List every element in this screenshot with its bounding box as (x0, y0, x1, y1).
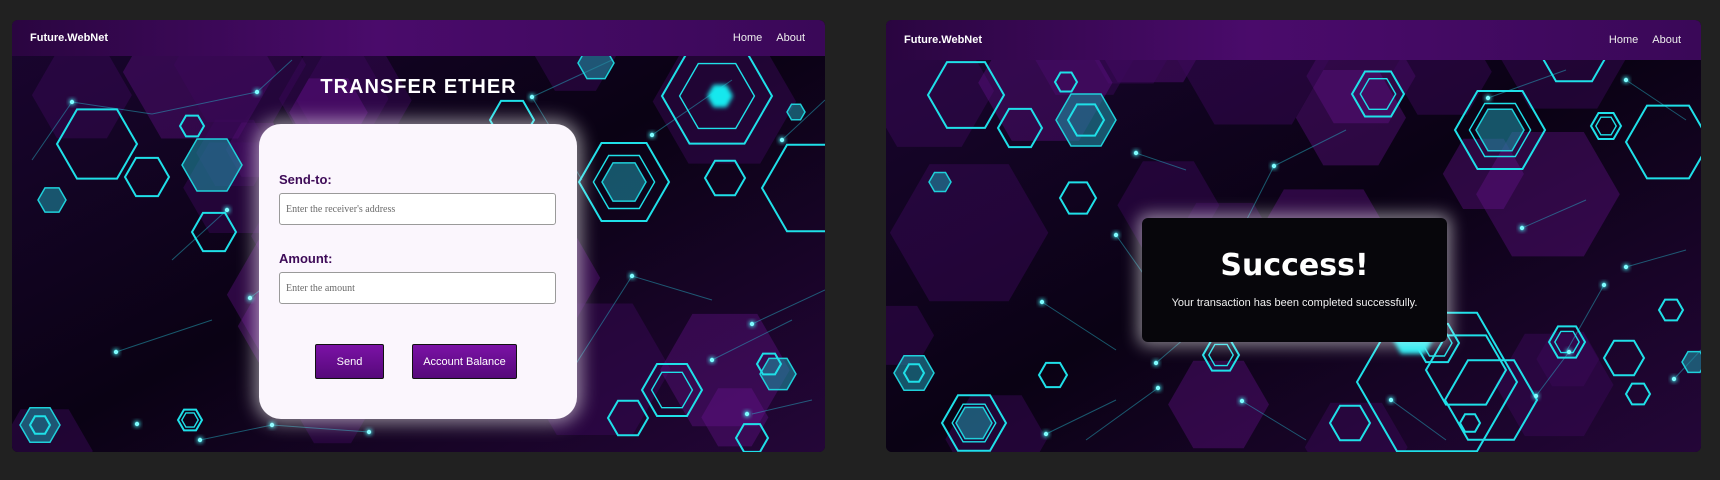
nav-link-about[interactable]: About (776, 32, 805, 44)
nav-links: Home About (1609, 34, 1681, 46)
amount-label: Amount: (279, 251, 333, 266)
bg-node-dot (1271, 163, 1277, 169)
bg-node-dot (1039, 299, 1045, 305)
nav-link-home[interactable]: Home (1609, 34, 1638, 46)
bg-node-dot (629, 273, 635, 279)
transfer-form: Send-to: Amount: Send Account Balance (259, 124, 577, 419)
bg-node-dot (1133, 150, 1139, 156)
transfer-screen: Future.WebNet Home About TRANSFER ETHER … (12, 20, 825, 452)
bg-node-dot (1601, 282, 1607, 288)
bg-node-dot (247, 295, 253, 301)
bg-node-dot (1519, 225, 1525, 231)
amount-input[interactable] (279, 272, 556, 304)
send-to-label: Send-to: (279, 172, 332, 187)
nav-link-about[interactable]: About (1652, 34, 1681, 46)
navbar: Future.WebNet Home About (886, 20, 1701, 60)
bg-node-dot (366, 429, 372, 435)
bg-node-dot (224, 207, 230, 213)
bg-node-dot (1043, 431, 1049, 437)
bg-hex-teal (37, 187, 67, 213)
bg-node-dot (69, 99, 75, 105)
bg-hex-teal (928, 171, 952, 193)
bg-node-dot (1239, 398, 1245, 404)
success-title: Success! (1220, 248, 1369, 283)
page-title: TRANSFER ETHER (320, 76, 517, 98)
bg-node-dot (1113, 232, 1119, 238)
send-button[interactable]: Send (315, 344, 384, 379)
receiver-address-input[interactable] (279, 193, 556, 225)
bg-node-dot (1533, 393, 1539, 399)
bg-hex-teal (786, 103, 806, 121)
brand-logo[interactable]: Future.WebNet (30, 32, 108, 44)
nav-link-home[interactable]: Home (733, 32, 762, 44)
bg-node-dot (113, 349, 119, 355)
bg-node-dot (1671, 376, 1677, 382)
bg-node-dot (779, 137, 785, 143)
bg-node-dot (1566, 349, 1572, 355)
bg-node-dot (1388, 397, 1394, 403)
brand-logo[interactable]: Future.WebNet (904, 34, 982, 46)
success-modal: Success! Your transaction has been compl… (1142, 218, 1447, 342)
bg-node-dot (749, 321, 755, 327)
bg-node-dot (1155, 385, 1161, 391)
bg-node-dot (1623, 264, 1629, 270)
bg-node-dot (709, 357, 715, 363)
bg-node-dot (1153, 360, 1159, 366)
bg-node-dot (134, 421, 140, 427)
success-screen: Future.WebNet Home About Success! Your t… (886, 20, 1701, 452)
account-balance-button[interactable]: Account Balance (412, 344, 517, 379)
nav-links: Home About (733, 32, 805, 44)
bg-node-dot (744, 411, 750, 417)
navbar: Future.WebNet Home About (12, 20, 825, 56)
success-message: Your transaction has been completed succ… (1171, 297, 1418, 309)
bg-node-dot (649, 132, 655, 138)
bg-node-dot (269, 422, 275, 428)
bg-node-dot (1623, 77, 1629, 83)
bg-node-dot (197, 437, 203, 443)
bg-node-dot (1485, 95, 1491, 101)
